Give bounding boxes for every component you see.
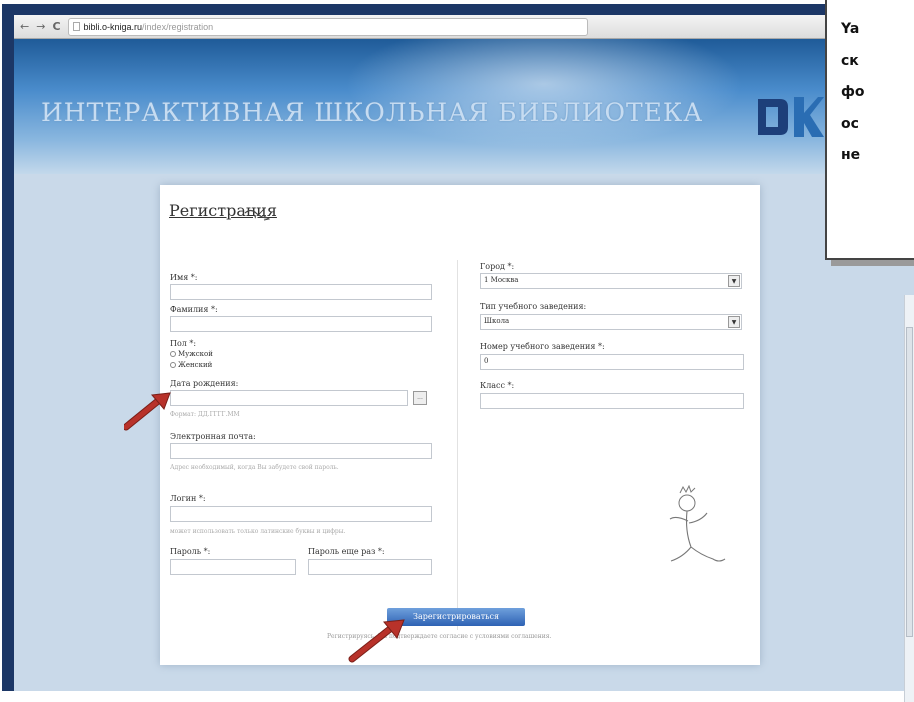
login-hint: может использовать только латинские букв…: [170, 528, 346, 535]
red-arrow-icon: [124, 392, 171, 431]
class-label: Класс *:: [480, 381, 515, 390]
back-arrow-icon[interactable]: ←: [20, 20, 29, 33]
last-name-field[interactable]: [170, 316, 432, 332]
scrollbar[interactable]: [904, 295, 914, 702]
chevron-down-icon: ▼: [728, 316, 740, 328]
header-glow: [344, 39, 744, 149]
class-field[interactable]: [480, 393, 744, 409]
browser-toolbar: ← → C bibli.o-kniga.ru/index/registratio…: [14, 15, 914, 39]
first-name-label: Имя *:: [170, 273, 198, 282]
birthdate-label: Дата рождения:: [170, 379, 239, 388]
city-label: Город *:: [480, 262, 515, 271]
email-field[interactable]: [170, 443, 432, 459]
column-divider: [457, 260, 458, 630]
registration-card: Регистрация Имя *: Фамилия *: Пол *: Муж…: [160, 185, 760, 665]
forward-arrow-icon[interactable]: →: [36, 20, 45, 33]
birthdate-field[interactable]: [170, 390, 408, 406]
gender-option-label: Мужской: [178, 350, 213, 358]
gender-option-female[interactable]: Женский: [170, 361, 212, 369]
school-number-value: 0: [484, 357, 489, 365]
annotation-note: Ya ск фо ос не: [825, 0, 914, 260]
login-label: Логин *:: [170, 494, 206, 503]
email-hint: Адрес необходимый, когда Вы забудете сво…: [170, 464, 339, 471]
birthdate-hint: Формат: ДД.ГГГГ.ММ: [170, 411, 240, 418]
chevron-down-icon: ▼: [728, 275, 740, 287]
site-title: ИНТЕРАКТИВНАЯ ШКОЛЬНАЯ БИБЛИОТЕКА: [41, 98, 704, 127]
city-select[interactable]: 1 Москва ▼: [480, 273, 742, 289]
reload-icon[interactable]: C: [52, 20, 60, 33]
url-path: /index/registration: [142, 21, 214, 32]
email-label: Электронная почта:: [170, 432, 256, 441]
note-line: не: [841, 147, 861, 163]
school-type-label: Тип учебного заведения:: [480, 302, 587, 311]
radio-icon: [170, 362, 176, 368]
browser-window: ← → C bibli.o-kniga.ru/index/registratio…: [2, 4, 914, 702]
red-arrow-icon: [348, 619, 405, 663]
school-type-select[interactable]: Школа ▼: [480, 314, 742, 330]
note-line: фо: [841, 84, 865, 100]
gender-option-label: Женский: [178, 361, 213, 369]
radio-icon: [170, 351, 176, 357]
note-line: Ya: [841, 21, 860, 37]
last-name-label: Фамилия *:: [170, 305, 218, 314]
calendar-button[interactable]: ...: [413, 391, 427, 405]
site-logo-icon[interactable]: [754, 87, 824, 147]
address-bar[interactable]: bibli.o-kniga.ru/index/registration: [67, 17, 588, 36]
school-type-value: Школа: [484, 317, 510, 325]
password-field[interactable]: [170, 559, 296, 575]
school-number-field[interactable]: 0: [480, 354, 744, 370]
page-icon: [72, 22, 80, 31]
note-line: ск: [841, 52, 859, 69]
password-label: Пароль *:: [170, 547, 211, 556]
city-value: 1 Москва: [484, 276, 519, 284]
note-line: ос: [841, 115, 859, 132]
scrollbar-thumb[interactable]: [906, 327, 913, 637]
login-field[interactable]: [170, 506, 432, 522]
password-repeat-label: Пароль еще раз *:: [308, 547, 385, 556]
password-repeat-field[interactable]: [308, 559, 432, 575]
first-name-field[interactable]: [170, 284, 432, 300]
url-domain: bibli.o-kniga.ru: [83, 21, 143, 32]
site-header: ИНТЕРАКТИВНАЯ ШКОЛЬНАЯ БИБЛИОТЕКА: [14, 39, 914, 174]
gender-option-male[interactable]: Мужской: [170, 350, 213, 358]
stick-figure-icon: [669, 485, 726, 562]
school-number-label: Номер учебного заведения *:: [480, 342, 605, 351]
gender-label: Пол *:: [170, 339, 197, 348]
squiggle-arrow-icon: [244, 209, 270, 221]
